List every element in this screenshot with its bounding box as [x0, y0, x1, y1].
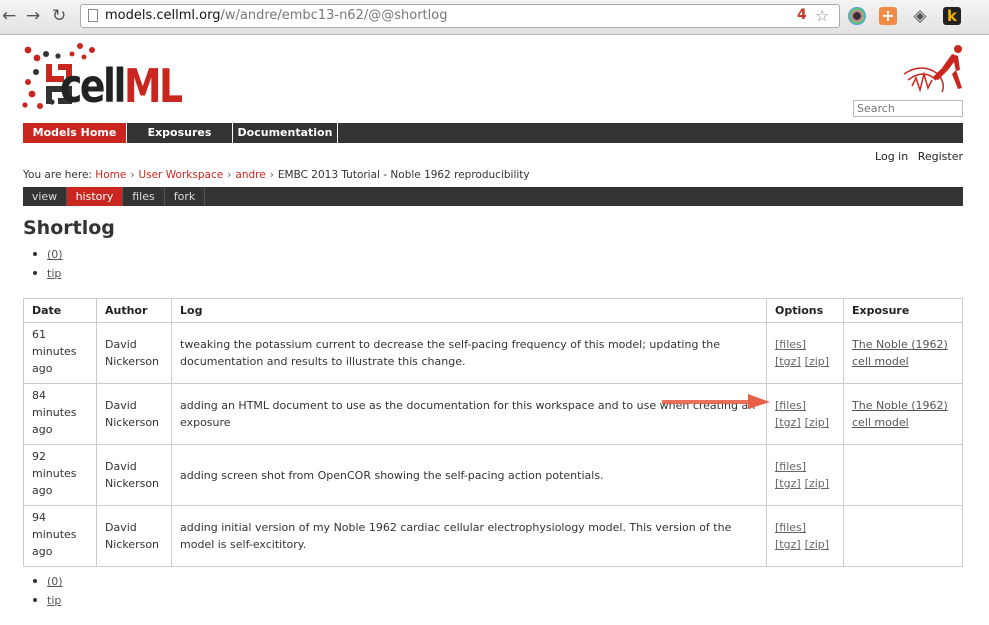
- runner-heart-icon: [903, 45, 962, 93]
- nav-models-home[interactable]: Models Home: [23, 123, 127, 143]
- pager-bottom: (0) tip: [23, 572, 63, 610]
- column-header-options: Options: [766, 298, 844, 323]
- pager-item: (0): [23, 245, 63, 264]
- extension-k-icon[interactable]: k: [943, 7, 961, 25]
- row-log: adding screen shot from OpenCOR showing …: [171, 444, 767, 506]
- exposure-link[interactable]: The Noble (1962) cell model: [852, 399, 948, 429]
- row-log: adding initial version of my Noble 1962 …: [171, 505, 767, 567]
- tab-view[interactable]: view: [23, 187, 67, 206]
- extension-color-icon[interactable]: [848, 7, 866, 25]
- row-date: 84 minutes ago: [23, 383, 97, 445]
- zip-link[interactable]: [zip]: [805, 416, 829, 429]
- row-author: David Nickerson: [96, 383, 172, 445]
- row-options: [files] [tgz] [zip]: [766, 322, 844, 384]
- files-link[interactable]: [files]: [775, 338, 806, 351]
- exposure-link[interactable]: The Noble (1962) cell model: [852, 338, 948, 368]
- pager-item: tip: [23, 591, 63, 610]
- register-link[interactable]: Register: [918, 150, 963, 163]
- pager-first-link[interactable]: (0): [47, 575, 63, 588]
- breadcrumb-user-workspace[interactable]: User Workspace: [139, 169, 224, 181]
- breadcrumb-home[interactable]: Home: [95, 169, 126, 181]
- tgz-link[interactable]: [tgz]: [775, 416, 801, 429]
- tab-fork[interactable]: fork: [165, 187, 205, 206]
- zip-link[interactable]: [zip]: [805, 477, 829, 490]
- pager-tip-link[interactable]: tip: [47, 267, 61, 280]
- zip-link[interactable]: [zip]: [805, 538, 829, 551]
- zip-link[interactable]: [zip]: [805, 355, 829, 368]
- back-button[interactable]: ←: [2, 6, 16, 26]
- table-row: 84 minutes ago David Nickerson adding an…: [23, 383, 963, 445]
- address-bar[interactable]: models.cellml.org/w/andre/embc13-n62/@@s…: [80, 4, 840, 28]
- column-header-date: Date: [23, 298, 97, 323]
- page-icon: [88, 9, 98, 22]
- row-date: 94 minutes ago: [23, 505, 97, 567]
- tgz-link[interactable]: [tgz]: [775, 477, 801, 490]
- row-options: [files] [tgz] [zip]: [766, 444, 844, 506]
- cellml-logo-text: cellML: [60, 59, 183, 113]
- main-nav: Models Home Exposures Documentation: [23, 123, 963, 143]
- row-author: David Nickerson: [96, 444, 172, 506]
- shortlog-table: Date Author Log Options Exposure 61 minu…: [23, 298, 963, 567]
- row-exposure: [843, 505, 963, 567]
- pager-item: tip: [23, 264, 63, 283]
- page-title: Shortlog: [23, 217, 115, 239]
- url-host: models.cellml.org: [105, 8, 221, 23]
- site-search-input[interactable]: [853, 100, 963, 117]
- tab-files[interactable]: files: [123, 187, 165, 206]
- row-date: 61 minutes ago: [23, 322, 97, 384]
- tgz-link[interactable]: [tgz]: [775, 355, 801, 368]
- annotation-arrow-icon: [662, 394, 770, 409]
- files-link[interactable]: [files]: [775, 399, 806, 412]
- pager-tip-link[interactable]: tip: [47, 594, 61, 607]
- extension-badge-count: 4: [797, 7, 807, 23]
- pager-item: (0): [23, 572, 63, 591]
- login-link[interactable]: Log in: [875, 150, 908, 163]
- table-row: 94 minutes ago David Nickerson adding in…: [23, 505, 963, 567]
- files-link[interactable]: [files]: [775, 521, 806, 534]
- url-path: /w/andre/embc13-n62/@@shortlog: [220, 8, 448, 23]
- breadcrumb-prefix: You are here:: [23, 169, 92, 181]
- row-exposure: The Noble (1962) cell model: [843, 383, 963, 445]
- row-author: David Nickerson: [96, 322, 172, 384]
- breadcrumb-current: EMBC 2013 Tutorial - Noble 1962 reproduc…: [277, 169, 530, 181]
- row-exposure: The Noble (1962) cell model: [843, 322, 963, 384]
- row-author: David Nickerson: [96, 505, 172, 567]
- table-row: 92 minutes ago David Nickerson adding sc…: [23, 444, 963, 506]
- forward-button[interactable]: →: [26, 6, 40, 26]
- row-options: [files] [tgz] [zip]: [766, 505, 844, 567]
- breadcrumb: You are here: Home › User Workspace › andre ›…: [23, 169, 530, 181]
- tab-history[interactable]: history: [67, 187, 123, 206]
- browser-toolbar: ← → ↻ models.cellml.org/w/andre/embc13-n…: [0, 0, 989, 35]
- row-options: [files] [tgz] [zip]: [766, 383, 844, 445]
- row-exposure: [843, 444, 963, 506]
- files-link[interactable]: [files]: [775, 460, 806, 473]
- table-row: 61 minutes ago David Nickerson tweaking …: [23, 322, 963, 384]
- row-log: tweaking the potassium current to decrea…: [171, 322, 767, 384]
- extension-tag-icon[interactable]: ◈: [911, 7, 929, 25]
- breadcrumb-andre[interactable]: andre: [235, 169, 265, 181]
- table-header-row: Date Author Log Options Exposure: [23, 298, 963, 323]
- user-links: Log in Register: [869, 150, 963, 163]
- nav-exposures[interactable]: Exposures: [127, 123, 233, 143]
- column-header-exposure: Exposure: [843, 298, 963, 323]
- pager-first-link[interactable]: (0): [47, 248, 63, 261]
- url-text: models.cellml.org/w/andre/embc13-n62/@@s…: [105, 8, 447, 23]
- star-icon[interactable]: ☆: [815, 6, 829, 25]
- workspace-tabs: view history files fork: [23, 187, 963, 206]
- reload-button[interactable]: ↻: [52, 6, 66, 26]
- column-header-author: Author: [96, 298, 172, 323]
- nav-documentation[interactable]: Documentation: [233, 123, 338, 143]
- pager-top: (0) tip: [23, 245, 63, 283]
- extension-plus-icon[interactable]: +: [879, 7, 897, 25]
- row-date: 92 minutes ago: [23, 444, 97, 506]
- tgz-link[interactable]: [tgz]: [775, 538, 801, 551]
- column-header-log: Log: [171, 298, 767, 323]
